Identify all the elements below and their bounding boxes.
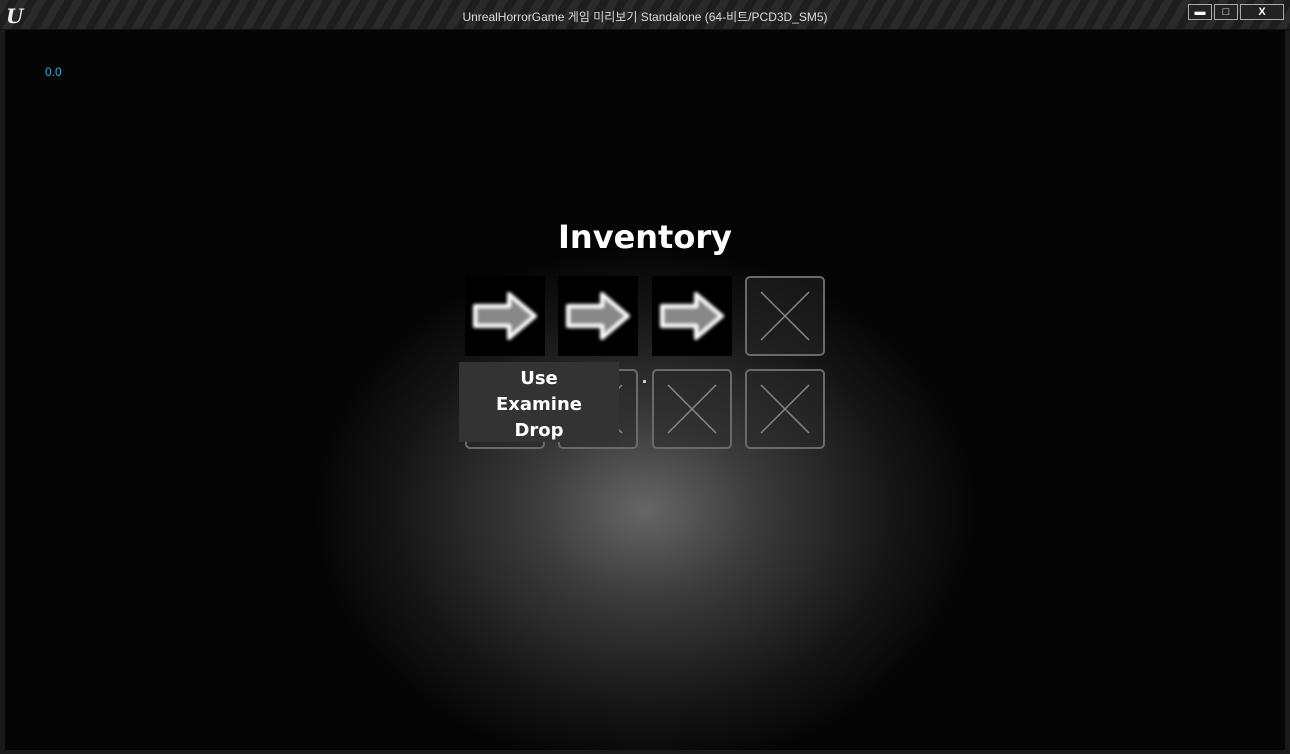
arrow-right-icon — [465, 292, 545, 360]
menu-item-examine[interactable]: Examine — [459, 392, 619, 418]
close-button[interactable]: X — [1240, 4, 1284, 20]
context-menu: Use Examine Drop — [459, 362, 619, 442]
crosshair-dot — [643, 380, 646, 383]
window-title: UnrealHorrorGame 게임 미리보기 Standalone (64-… — [462, 10, 828, 24]
title-bar[interactable]: U UnrealHorrorGame 게임 미리보기 Standalone (6… — [0, 0, 1290, 30]
minimize-button[interactable]: ▬ — [1188, 4, 1212, 20]
inventory-slot[interactable] — [652, 276, 732, 356]
x-icon — [747, 384, 823, 451]
x-icon — [747, 291, 823, 358]
arrow-right-icon — [558, 292, 638, 360]
game-viewport[interactable]: 0.0 Inventory Use Examine Drop — [5, 30, 1285, 750]
inventory-slot[interactable] — [652, 369, 732, 449]
inventory-slot[interactable] — [465, 276, 545, 356]
inventory-title: Inventory — [558, 218, 732, 256]
menu-item-use[interactable]: Use — [459, 366, 619, 392]
inventory-slot[interactable] — [558, 276, 638, 356]
maximize-button[interactable]: □ — [1214, 4, 1238, 20]
inventory-slot[interactable] — [745, 369, 825, 449]
inventory-slot[interactable] — [745, 276, 825, 356]
fps-counter: 0.0 — [45, 65, 62, 79]
menu-item-drop[interactable]: Drop — [459, 418, 619, 444]
arrow-right-icon — [652, 292, 732, 360]
x-icon — [654, 384, 730, 451]
